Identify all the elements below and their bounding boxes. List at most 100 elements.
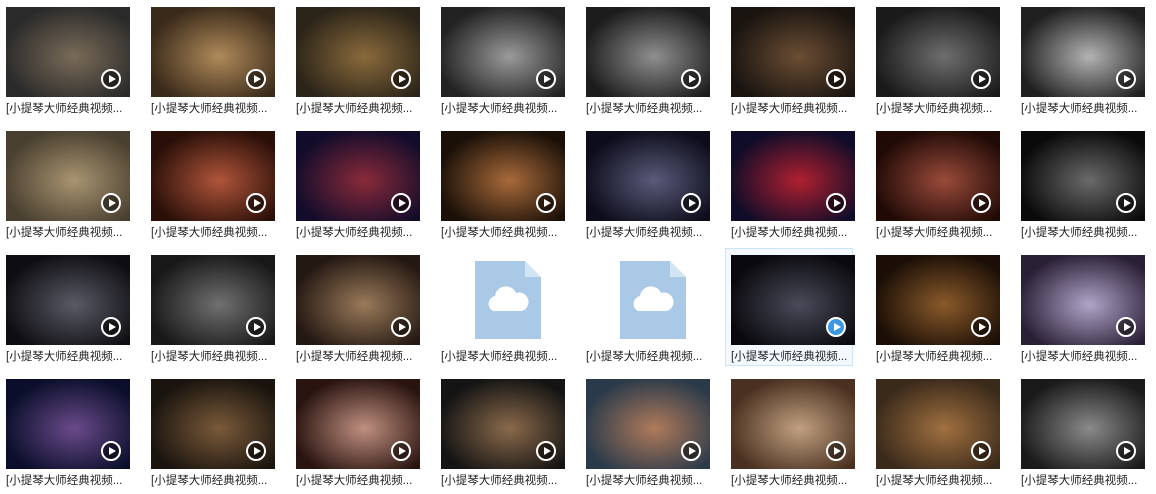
video-thumbnail[interactable] — [586, 379, 710, 469]
play-icon[interactable] — [101, 69, 121, 89]
video-thumbnail[interactable] — [876, 379, 1000, 469]
play-icon[interactable] — [1116, 69, 1136, 89]
file-tile[interactable]: [小提琴大师经典视频... — [725, 248, 855, 366]
file-tile[interactable]: [小提琴大师经典视频... — [580, 248, 708, 366]
video-thumbnail[interactable] — [151, 131, 275, 221]
video-thumbnail[interactable] — [876, 131, 1000, 221]
file-tile[interactable]: [小提琴大师经典视频... — [580, 124, 710, 242]
video-thumbnail[interactable] — [731, 7, 855, 97]
play-icon[interactable] — [681, 193, 701, 213]
video-thumbnail[interactable] — [876, 7, 1000, 97]
video-thumbnail[interactable] — [441, 7, 565, 97]
video-thumbnail[interactable] — [441, 379, 565, 469]
video-thumbnail[interactable] — [731, 379, 855, 469]
play-icon[interactable] — [826, 317, 846, 337]
play-icon[interactable] — [536, 193, 556, 213]
file-tile[interactable]: [小提琴大师经典视频... — [0, 372, 130, 490]
video-thumbnail[interactable] — [151, 7, 275, 97]
play-icon[interactable] — [971, 69, 991, 89]
play-icon[interactable] — [391, 193, 411, 213]
file-grid: [小提琴大师经典视频... [小提琴大师经典视频... [小提琴大师经典视频... [… — [0, 0, 1156, 494]
play-icon[interactable] — [101, 317, 121, 337]
play-icon[interactable] — [681, 441, 701, 461]
video-thumbnail[interactable] — [6, 379, 130, 469]
cloud-file-icon[interactable] — [441, 255, 565, 345]
play-icon[interactable] — [246, 69, 266, 89]
video-thumbnail[interactable] — [731, 255, 855, 345]
play-icon[interactable] — [826, 193, 846, 213]
video-thumbnail[interactable] — [1021, 131, 1145, 221]
file-tile[interactable]: [小提琴大师经典视频... — [145, 248, 275, 366]
video-thumbnail[interactable] — [151, 255, 275, 345]
file-tile[interactable]: [小提琴大师经典视频... — [145, 372, 275, 490]
play-icon[interactable] — [681, 69, 701, 89]
file-tile[interactable]: [小提琴大师经典视频... — [435, 248, 563, 366]
video-thumbnail[interactable] — [296, 379, 420, 469]
play-icon[interactable] — [246, 317, 266, 337]
file-tile[interactable]: [小提琴大师经典视频... — [435, 372, 565, 490]
file-tile[interactable]: [小提琴大师经典视频... — [435, 0, 565, 118]
file-name-label: [小提琴大师经典视频... — [876, 475, 993, 487]
video-thumbnail[interactable] — [1021, 379, 1145, 469]
play-icon[interactable] — [1116, 441, 1136, 461]
play-icon[interactable] — [971, 441, 991, 461]
file-tile[interactable]: [小提琴大师经典视频... — [290, 372, 420, 490]
video-thumbnail[interactable] — [1021, 255, 1145, 345]
play-icon[interactable] — [536, 69, 556, 89]
video-thumbnail[interactable] — [296, 131, 420, 221]
file-tile[interactable]: [小提琴大师经典视频... — [290, 124, 420, 242]
video-thumbnail[interactable] — [6, 131, 130, 221]
play-icon[interactable] — [391, 69, 411, 89]
file-name-label: [小提琴大师经典视频... — [296, 103, 413, 115]
file-name-label: [小提琴大师经典视频... — [586, 227, 703, 239]
file-tile[interactable]: [小提琴大师经典视频... — [725, 124, 855, 242]
file-tile[interactable]: [小提琴大师经典视频... — [870, 248, 1000, 366]
play-icon[interactable] — [391, 317, 411, 337]
video-thumbnail[interactable] — [1021, 7, 1145, 97]
play-icon[interactable] — [1116, 193, 1136, 213]
play-icon[interactable] — [101, 441, 121, 461]
file-tile[interactable]: [小提琴大师经典视频... — [725, 372, 855, 490]
file-name-label: [小提琴大师经典视频... — [731, 351, 848, 363]
video-thumbnail[interactable] — [586, 7, 710, 97]
file-tile[interactable]: [小提琴大师经典视频... — [1015, 372, 1145, 490]
video-thumbnail[interactable] — [296, 7, 420, 97]
play-icon[interactable] — [391, 441, 411, 461]
file-tile[interactable]: [小提琴大师经典视频... — [145, 0, 275, 118]
file-tile[interactable]: [小提琴大师经典视频... — [290, 248, 420, 366]
cloud-file-icon[interactable] — [586, 255, 710, 345]
file-tile[interactable]: [小提琴大师经典视频... — [145, 124, 275, 242]
file-tile[interactable]: [小提琴大师经典视频... — [870, 124, 1000, 242]
play-icon[interactable] — [971, 193, 991, 213]
play-icon[interactable] — [536, 441, 556, 461]
play-icon[interactable] — [971, 317, 991, 337]
video-thumbnail[interactable] — [151, 379, 275, 469]
play-icon[interactable] — [246, 441, 266, 461]
file-tile[interactable]: [小提琴大师经典视频... — [1015, 124, 1145, 242]
video-thumbnail[interactable] — [876, 255, 1000, 345]
play-icon[interactable] — [1116, 317, 1136, 337]
file-tile[interactable]: [小提琴大师经典视频... — [290, 0, 420, 118]
file-tile[interactable]: [小提琴大师经典视频... — [725, 0, 855, 118]
play-icon[interactable] — [826, 441, 846, 461]
play-icon[interactable] — [246, 193, 266, 213]
video-thumbnail[interactable] — [586, 131, 710, 221]
file-tile[interactable]: [小提琴大师经典视频... — [0, 0, 130, 118]
play-icon[interactable] — [826, 69, 846, 89]
file-tile[interactable]: [小提琴大师经典视频... — [580, 372, 710, 490]
file-tile[interactable]: [小提琴大师经典视频... — [435, 124, 565, 242]
file-tile[interactable]: [小提琴大师经典视频... — [580, 0, 710, 118]
video-thumbnail[interactable] — [6, 255, 130, 345]
file-tile[interactable]: [小提琴大师经典视频... — [1015, 0, 1145, 118]
file-name-label: [小提琴大师经典视频... — [6, 475, 123, 487]
file-tile[interactable]: [小提琴大师经典视频... — [0, 248, 130, 366]
play-icon[interactable] — [101, 193, 121, 213]
file-tile[interactable]: [小提琴大师经典视频... — [1015, 248, 1145, 366]
video-thumbnail[interactable] — [296, 255, 420, 345]
file-tile[interactable]: [小提琴大师经典视频... — [0, 124, 130, 242]
file-tile[interactable]: [小提琴大师经典视频... — [870, 0, 1000, 118]
video-thumbnail[interactable] — [441, 131, 565, 221]
video-thumbnail[interactable] — [731, 131, 855, 221]
file-tile[interactable]: [小提琴大师经典视频... — [870, 372, 1000, 490]
video-thumbnail[interactable] — [6, 7, 130, 97]
